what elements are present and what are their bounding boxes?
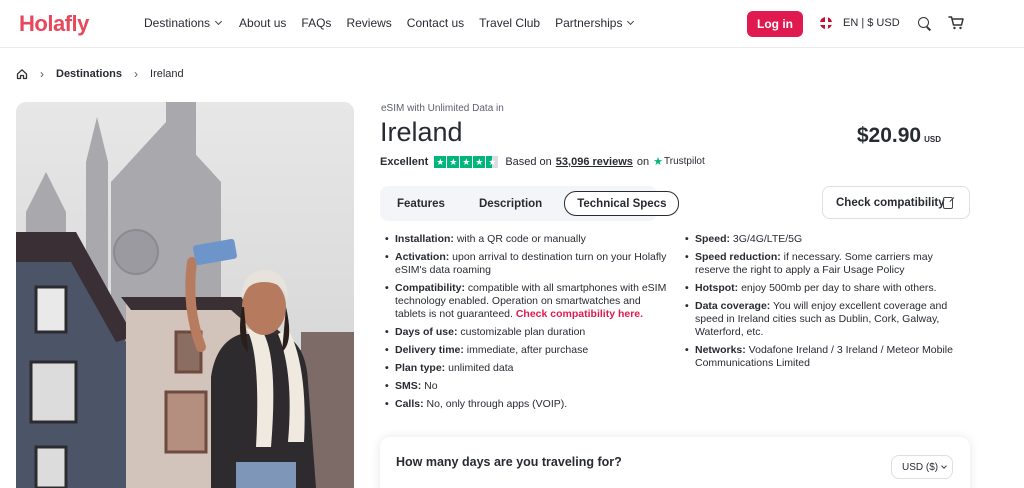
spec-activation: Activation: upon arrival to destination …: [385, 251, 667, 277]
login-button[interactable]: Log in: [747, 11, 803, 37]
spec-value: enjoy 500mb per day to share with others…: [738, 282, 937, 294]
spec-calls: Calls: No, only through apps (VOIP).: [385, 398, 667, 411]
product-price: $20.90 USD: [857, 124, 941, 148]
spec-key: Plan type:: [395, 362, 446, 374]
spec-key: Installation:: [395, 233, 454, 245]
spec-key: Activation:: [395, 251, 450, 263]
nav-about-us[interactable]: About us: [239, 16, 286, 30]
nav-contact-us-label: Contact us: [406, 16, 465, 30]
spec-key: Compatibility:: [395, 282, 465, 294]
home-icon[interactable]: [16, 68, 28, 80]
spec-speed: Speed: 3G/4G/LTE/5G: [685, 233, 967, 246]
spec-value: unlimited data: [445, 362, 514, 374]
product-title: Ireland: [380, 117, 463, 147]
trustpilot-rating: Excellent ★ ★ ★ ★ ★ Based on 53,096 revi…: [380, 155, 705, 168]
spec-compatibility: Compatibility: compatible with all smart…: [385, 282, 667, 321]
price-amount: $20.90: [856, 124, 922, 147]
nav-about-us-label: About us: [239, 16, 287, 30]
star-icon: ★: [460, 155, 473, 168]
top-navbar: Holafly Destinations About us FAQs Revie…: [0, 0, 1024, 48]
spec-key: Calls:: [395, 398, 424, 410]
ireland-selfie-illustration: [16, 102, 354, 488]
spec-days-of-use: Days of use: customizable plan duration: [385, 326, 667, 339]
chevron-down-icon: [941, 462, 947, 469]
nav-faqs[interactable]: FAQs: [301, 16, 331, 30]
spec-sms: SMS: No: [385, 380, 667, 393]
spec-key: Delivery time:: [395, 344, 464, 356]
chevron-down-icon: [627, 17, 635, 26]
currency-select-value: USD ($): [902, 461, 939, 473]
chevron-right-icon: ›: [134, 67, 139, 81]
uk-flag-icon[interactable]: [820, 17, 832, 29]
nav-contact-us[interactable]: Contact us: [407, 16, 464, 30]
rating-stars: ★ ★ ★ ★ ★: [434, 155, 499, 168]
nav-reviews[interactable]: Reviews: [346, 16, 391, 30]
hero-image: [16, 102, 354, 488]
check-compatibility-label: Check compatibility: [836, 196, 945, 209]
cart-icon[interactable]: [948, 16, 964, 30]
trustpilot-name: Trustpilot: [664, 156, 705, 167]
nav-partnerships-label: Partnerships: [555, 16, 623, 30]
spec-speed-reduction: Speed reduction: if necessary. Some carr…: [685, 251, 967, 277]
breadcrumb-destinations[interactable]: Destinations: [56, 68, 122, 80]
spec-networks: Networks: Vodafone Ireland / 3 Ireland /…: [685, 344, 967, 370]
rating-based-on: Based on: [505, 155, 552, 168]
spec-value: No, only through apps (VOIP).: [423, 398, 568, 410]
days-selector-card: How many days are you traveling for? USD…: [380, 437, 970, 488]
nav-partnerships[interactable]: Partnerships: [555, 16, 635, 30]
price-currency: USD: [924, 135, 941, 144]
product-eyebrow: eSIM with Unlimited Data in: [381, 103, 504, 114]
search-icon[interactable]: [918, 17, 929, 28]
nav-travel-club[interactable]: Travel Club: [479, 16, 540, 30]
days-question: How many days are you traveling for?: [396, 455, 622, 469]
spec-delivery-time: Delivery time: immediate, after purchase: [385, 344, 667, 357]
product-tabs: Features Description Technical Specs: [380, 186, 680, 221]
breadcrumb: › Destinations › Ireland: [16, 67, 184, 81]
breadcrumb-current: Ireland: [150, 68, 184, 80]
star-icon: ★: [447, 155, 460, 168]
trustpilot-star-icon: ★: [653, 156, 663, 168]
spec-key: Networks:: [695, 344, 746, 356]
spec-key: SMS:: [395, 380, 422, 392]
nav-destinations-label: Destinations: [144, 16, 211, 30]
specs-list-left: Installation: with a QR code or manually…: [385, 233, 667, 416]
spec-value: with a QR code or manually: [453, 233, 586, 245]
star-icon: ★: [473, 155, 486, 168]
spec-value: 3G/4G/LTE/5G: [730, 233, 803, 245]
spec-key: Data coverage:: [695, 300, 771, 312]
spec-value: customizable plan duration: [457, 326, 586, 338]
check-compatibility-button[interactable]: Check compatibility: [822, 186, 970, 219]
chevron-right-icon: ›: [40, 67, 44, 81]
spec-key: Speed:: [695, 233, 731, 245]
currency-select[interactable]: USD ($): [891, 455, 953, 479]
tab-description[interactable]: Description: [467, 191, 554, 216]
spec-hotspot: Hotspot: enjoy 500mb per day to share wi…: [685, 282, 967, 295]
nav-travel-club-label: Travel Club: [479, 16, 541, 30]
chevron-down-icon: [215, 17, 223, 26]
check-compatibility-link[interactable]: Check compatibility here.: [516, 308, 643, 320]
edit-icon: [943, 197, 953, 209]
spec-installation: Installation: with a QR code or manually: [385, 233, 667, 246]
tab-features[interactable]: Features: [385, 191, 457, 216]
nav-destinations[interactable]: Destinations: [144, 16, 223, 30]
spec-value: No: [421, 380, 438, 392]
specs-list-right: Speed: 3G/4G/LTE/5G Speed reduction: if …: [685, 233, 967, 375]
rating-on: on: [636, 155, 650, 168]
spec-data-coverage: Data coverage: You will enjoy excellent …: [685, 300, 967, 339]
spec-value: immediate, after purchase: [463, 344, 589, 356]
nav-links: Destinations About us FAQs Reviews Conta…: [144, 16, 635, 30]
star-icon: ★: [434, 155, 447, 168]
half-star-icon: ★: [486, 155, 499, 168]
nav-faqs-label: FAQs: [301, 16, 332, 30]
nav-reviews-label: Reviews: [346, 16, 392, 30]
spec-key: Hotspot:: [695, 282, 739, 294]
spec-key: Days of use:: [395, 326, 458, 338]
rating-label: Excellent: [380, 155, 429, 168]
tab-technical-specs[interactable]: Technical Specs: [564, 191, 680, 216]
spec-key: Speed reduction:: [695, 251, 781, 263]
language-currency-selector[interactable]: EN | $ USD: [843, 17, 900, 29]
spec-plan-type: Plan type: unlimited data: [385, 362, 667, 375]
holafly-logo[interactable]: Holafly: [19, 11, 89, 37]
reviews-count-link[interactable]: 53,096 reviews: [556, 156, 633, 168]
